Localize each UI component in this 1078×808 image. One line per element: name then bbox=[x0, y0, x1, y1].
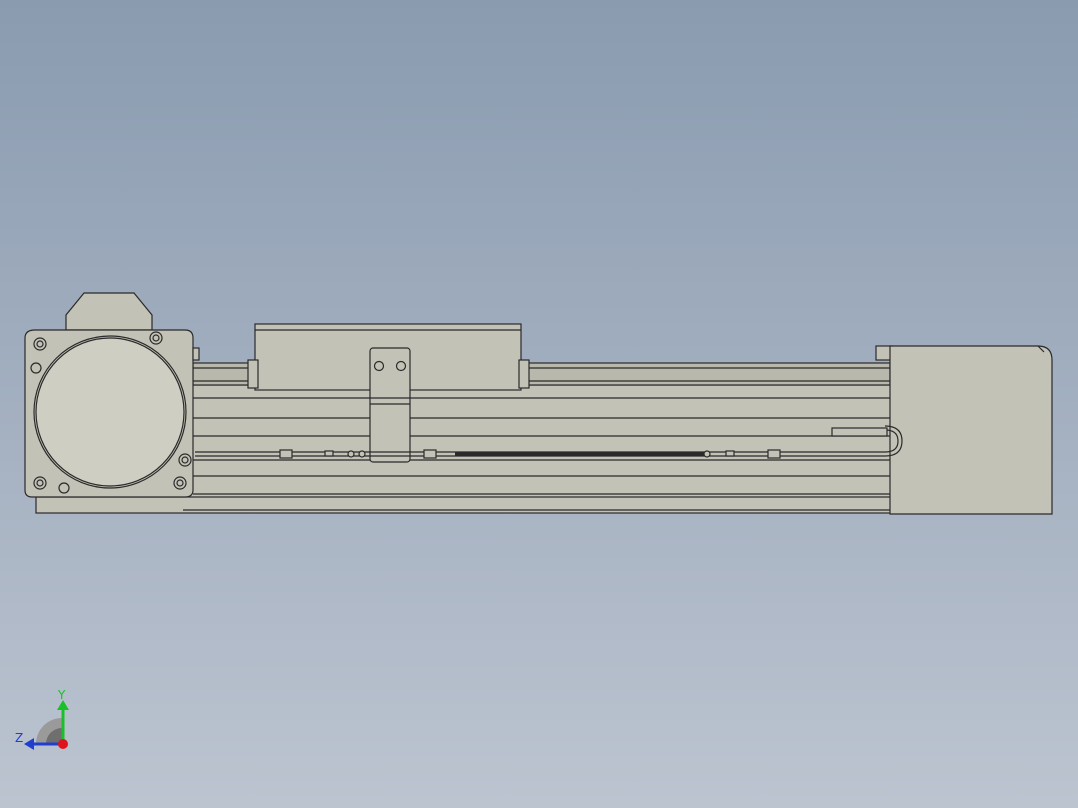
end-cap-right bbox=[875, 345, 1053, 515]
linear-actuator-model[interactable] bbox=[0, 0, 1078, 808]
orientation-triad: Y Z bbox=[12, 688, 82, 758]
motor-flange bbox=[24, 329, 200, 498]
triad-y-label: Y bbox=[58, 688, 66, 702]
motor-connector bbox=[65, 292, 153, 331]
triad-z-label: Z bbox=[15, 731, 24, 745]
mounting-bracket bbox=[369, 347, 411, 463]
cad-viewport[interactable]: Y Z bbox=[0, 0, 1078, 808]
triad-graphic bbox=[24, 700, 69, 750]
